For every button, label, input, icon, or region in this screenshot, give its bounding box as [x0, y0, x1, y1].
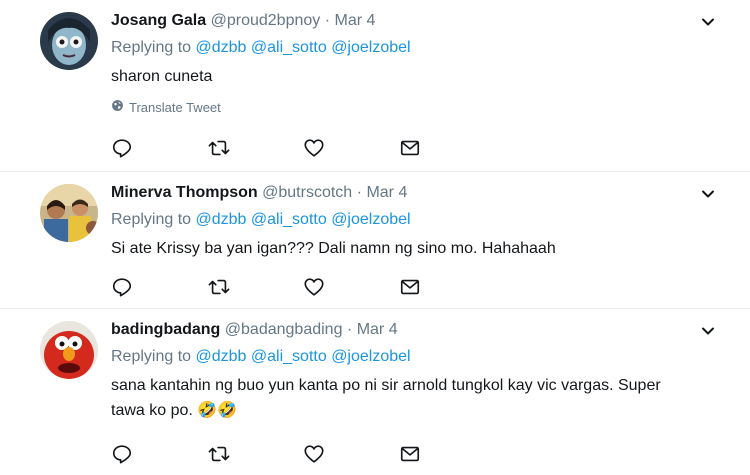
separator-dot: ·: [324, 12, 331, 29]
retweet-button[interactable]: [207, 443, 303, 465]
timestamp[interactable]: Mar 4: [366, 184, 407, 201]
reply-button[interactable]: [111, 276, 207, 298]
envelope-icon: [399, 137, 421, 159]
like-button[interactable]: [303, 137, 399, 159]
chevron-down-icon[interactable]: [700, 323, 716, 339]
reply-icon: [111, 137, 133, 159]
display-name[interactable]: badingbadang: [111, 321, 220, 338]
avatar[interactable]: [40, 12, 98, 70]
reply-button[interactable]: [111, 137, 207, 159]
tweet-text-line: sana kantahin ng buo yun kanta po ni sir…: [111, 377, 661, 394]
chevron-down-icon[interactable]: [700, 14, 716, 30]
separator-dot: ·: [356, 184, 362, 201]
tweet-feed: Josang Gala @proud2bpnoy · Mar 4 Replyin…: [0, 0, 750, 475]
display-name[interactable]: Josang Gala: [111, 12, 206, 29]
replying-label: Replying to: [111, 211, 192, 228]
chevron-down-icon[interactable]: [700, 186, 716, 202]
mention-link[interactable]: @ali_sotto: [251, 211, 327, 228]
direct-message-button[interactable]: [399, 276, 495, 298]
replying-to: Replying to @dzbb @ali_sotto @joelzobel: [111, 37, 730, 59]
replying-label: Replying to: [111, 348, 192, 365]
translate-label: Translate Tweet: [129, 99, 221, 115]
tweet-text-line: tawa ko po. 🤣🤣: [111, 402, 238, 419]
user-handle[interactable]: @badangbading: [225, 321, 343, 338]
user-handle[interactable]: @butrscotch: [262, 184, 352, 201]
timestamp[interactable]: Mar 4: [335, 12, 376, 29]
tweet[interactable]: badingbadang @badangbading · Mar 4 Reply…: [0, 309, 750, 475]
retweet-button[interactable]: [207, 276, 303, 298]
mention-link[interactable]: @dzbb: [196, 348, 247, 365]
like-button[interactable]: [303, 443, 399, 465]
tweet[interactable]: Minerva Thompson @butrscotch · Mar 4 Rep…: [0, 172, 750, 309]
translate-tweet-link[interactable]: Translate Tweet: [111, 99, 730, 115]
globe-icon: [111, 99, 124, 115]
mention-link[interactable]: @joelzobel: [331, 211, 410, 228]
like-button[interactable]: [303, 276, 399, 298]
tweet[interactable]: Josang Gala @proud2bpnoy · Mar 4 Replyin…: [0, 0, 750, 172]
retweet-icon: [207, 443, 231, 465]
retweet-button[interactable]: [207, 137, 303, 159]
envelope-icon: [399, 443, 421, 465]
mention-link[interactable]: @ali_sotto: [251, 348, 327, 365]
tweet-actions: [111, 276, 495, 298]
mention-link[interactable]: @dzbb: [196, 39, 247, 56]
mention-link[interactable]: @ali_sotto: [251, 39, 327, 56]
reply-icon: [111, 443, 133, 465]
replying-to: Replying to @dzbb @ali_sotto @joelzobel: [111, 346, 730, 368]
reply-button[interactable]: [111, 443, 207, 465]
reply-icon: [111, 276, 133, 298]
tweet-text: sana kantahin ng buo yun kanta po ni sir…: [111, 373, 730, 423]
like-icon: [303, 276, 325, 298]
timestamp[interactable]: Mar 4: [357, 321, 398, 338]
retweet-icon: [207, 276, 231, 298]
direct-message-button[interactable]: [399, 443, 495, 465]
replying-label: Replying to: [111, 39, 192, 56]
mention-link[interactable]: @joelzobel: [331, 39, 410, 56]
replying-to: Replying to @dzbb @ali_sotto @joelzobel: [111, 209, 730, 231]
envelope-icon: [399, 276, 421, 298]
direct-message-button[interactable]: [399, 137, 495, 159]
avatar[interactable]: [40, 184, 98, 242]
tweet-text: sharon cuneta: [111, 68, 213, 85]
user-handle[interactable]: @proud2bpnoy: [211, 12, 321, 29]
tweet-actions: [111, 137, 495, 159]
mention-link[interactable]: @dzbb: [196, 211, 247, 228]
mention-link[interactable]: @joelzobel: [331, 348, 410, 365]
separator-dot: ·: [346, 321, 353, 338]
tweet-actions: [111, 443, 495, 465]
avatar[interactable]: [40, 321, 98, 379]
like-icon: [303, 137, 325, 159]
like-icon: [303, 443, 325, 465]
tweet-text: Si ate Krissy ba yan igan??? Dali namn n…: [111, 240, 556, 257]
retweet-icon: [207, 137, 231, 159]
display-name[interactable]: Minerva Thompson: [111, 184, 258, 201]
